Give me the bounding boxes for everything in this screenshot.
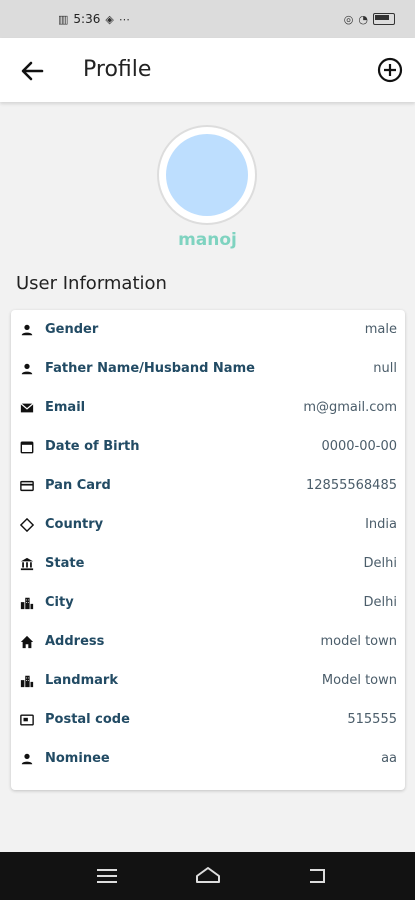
battery-icon — [373, 13, 395, 25]
system-nav-bar — [0, 852, 415, 900]
info-value: 12855568485 — [306, 478, 397, 493]
info-label: Email — [45, 400, 86, 415]
info-row-nominee[interactable]: Nominee aa — [11, 739, 405, 778]
info-value: null — [373, 361, 397, 376]
calendar-icon — [19, 439, 35, 455]
home-nav-icon — [196, 867, 220, 883]
info-value: male — [364, 322, 397, 337]
info-value: Delhi — [363, 556, 397, 571]
card-icon — [19, 478, 35, 494]
status-bar: ▥ 5:36 ◈ ⋯ ◎ ◔ — [0, 0, 415, 38]
postal-icon — [19, 712, 35, 728]
back-nav-button[interactable] — [302, 864, 332, 888]
info-value: Model town — [321, 673, 397, 688]
info-value: aa — [381, 751, 397, 766]
info-label: Postal code — [45, 712, 130, 727]
info-value: model town — [320, 634, 397, 649]
info-label: Nominee — [45, 751, 110, 766]
info-row-city[interactable]: City Delhi — [11, 583, 405, 622]
info-row-pan-card[interactable]: Pan Card 12855568485 — [11, 466, 405, 505]
info-label: Address — [45, 634, 105, 649]
info-label: Gender — [45, 322, 99, 337]
vibrate-icon: ◎ — [343, 12, 354, 26]
info-value: 515555 — [347, 712, 397, 727]
app-bar: Profile — [0, 38, 415, 102]
person-icon — [19, 361, 35, 377]
info-row-address[interactable]: Address model town — [11, 622, 405, 661]
user-info-card: Gender male Father Name/Husband Name null Em… — [11, 310, 405, 790]
section-title: User Information — [16, 273, 167, 294]
avatar[interactable] — [157, 125, 257, 225]
person-icon — [19, 322, 35, 338]
home-button[interactable] — [193, 864, 223, 888]
back-button[interactable] — [16, 55, 48, 87]
notification-icon: ◈ — [105, 12, 114, 26]
more-icon: ⋯ — [118, 12, 130, 26]
add-button[interactable] — [375, 55, 405, 85]
info-label: Pan Card — [45, 478, 111, 493]
city-icon — [19, 595, 35, 611]
signal-icon: ▥ — [58, 12, 69, 26]
info-label: Father Name/Husband Name — [45, 361, 255, 376]
city-icon — [19, 673, 35, 689]
info-value: Delhi — [363, 595, 397, 610]
info-value: India — [365, 517, 397, 532]
wifi-icon: ◔ — [358, 12, 368, 26]
avatar-image — [166, 134, 248, 216]
bank-icon — [19, 556, 35, 572]
add-circle-icon — [377, 57, 403, 83]
menu-icon — [97, 869, 117, 883]
arrow-left-icon — [21, 61, 44, 81]
info-row-email[interactable]: Email m@gmail.com — [11, 388, 405, 427]
info-label: City — [45, 595, 74, 610]
info-label: State — [45, 556, 85, 571]
home-icon — [19, 634, 35, 650]
back-nav-icon — [310, 869, 325, 883]
person-icon — [19, 751, 35, 767]
info-row-country[interactable]: Country India — [11, 505, 405, 544]
info-row-postal-code[interactable]: Postal code 515555 — [11, 700, 405, 739]
page-title: Profile — [83, 57, 152, 82]
diamond-icon — [19, 517, 35, 533]
info-label: Landmark — [45, 673, 118, 688]
email-icon — [19, 400, 35, 416]
info-row-date-of-birth[interactable]: Date of Birth 0000-00-00 — [11, 427, 405, 466]
info-row-state[interactable]: State Delhi — [11, 544, 405, 583]
info-row-landmark[interactable]: Landmark Model town — [11, 661, 405, 700]
menu-button[interactable] — [92, 864, 122, 888]
info-value: m@gmail.com — [303, 400, 397, 415]
info-row-father-name-husband-name[interactable]: Father Name/Husband Name null — [11, 349, 405, 388]
info-label: Country — [45, 517, 104, 532]
status-time: 5:36 — [73, 12, 101, 26]
info-row-gender[interactable]: Gender male — [11, 310, 405, 349]
profile-name: manoj — [178, 230, 237, 250]
info-label: Date of Birth — [45, 439, 140, 454]
info-value: 0000-00-00 — [321, 439, 397, 454]
